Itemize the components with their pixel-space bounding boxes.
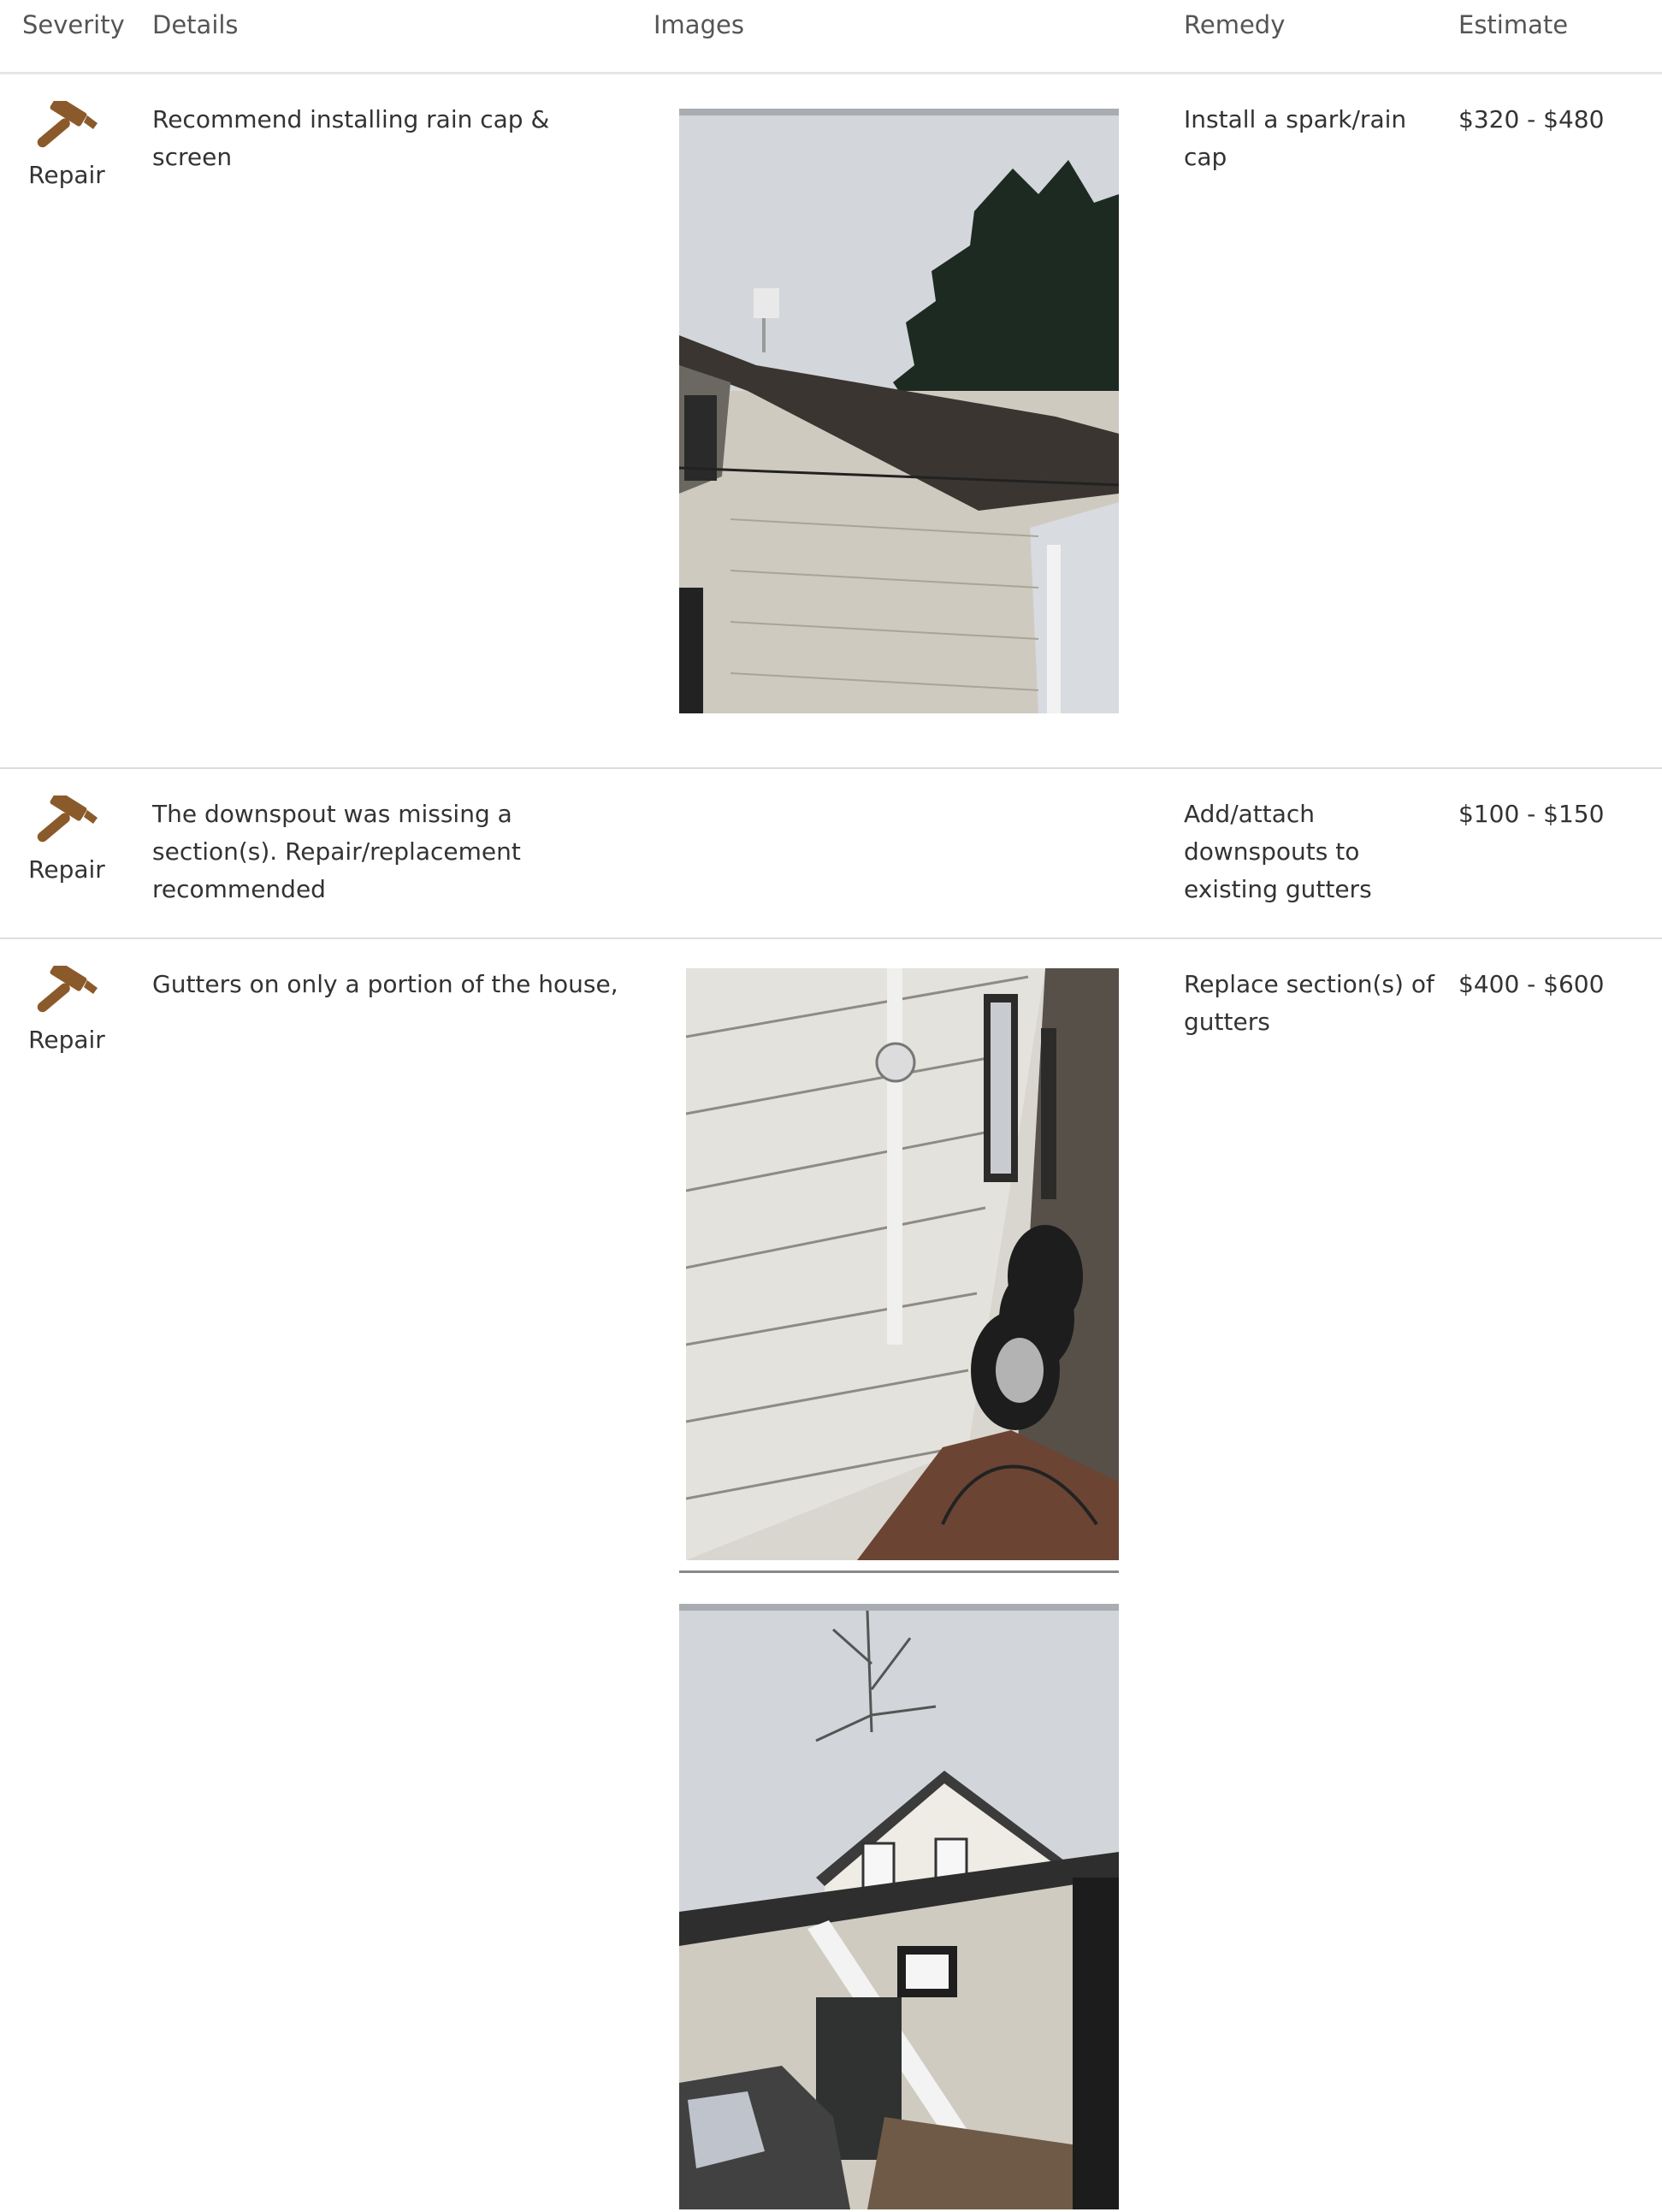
estimate-value: $320 - $480 (1458, 105, 1605, 133)
severity-cell: Repair (22, 795, 111, 884)
header-remedy: Remedy (1184, 10, 1286, 39)
header-estimate: Estimate (1458, 10, 1569, 39)
remedy-text: Replace section(s) of gutters (1184, 970, 1434, 1036)
details-text: The downspout was missing a section(s). … (152, 800, 521, 903)
details-text: Gutters on only a portion of the house, (152, 970, 618, 998)
downspout-photo-graphic (679, 1604, 1119, 2209)
hammer-icon (37, 795, 98, 843)
header-images: Images (654, 10, 744, 39)
estimate-value: $100 - $150 (1458, 800, 1605, 828)
siding-photo-graphic (686, 968, 1119, 1560)
table-header: Severity Details Images Remedy Estimate (0, 0, 1662, 74)
table-row: Repair Gutters on only a portion of the … (0, 938, 1662, 2212)
severity-label: Repair (28, 1026, 105, 1054)
roof-photo-graphic (679, 109, 1119, 713)
hammer-icon (37, 101, 98, 148)
header-severity: Severity (22, 10, 125, 39)
hammer-icon (37, 966, 98, 1013)
severity-cell: Repair (22, 101, 111, 189)
details-text: Recommend installing rain cap & screen (152, 105, 550, 171)
severity-label: Repair (28, 855, 105, 884)
table-row: Repair Recommend installing rain cap & s… (0, 74, 1662, 769)
findings-table: Severity Details Images Remedy Estimate … (0, 0, 1662, 2212)
severity-cell: Repair (22, 966, 111, 1054)
caption-strip-graphic (679, 1570, 1119, 1573)
image-gutters-siding[interactable] (686, 968, 1119, 1560)
table-row: Repair The downspout was missing a secti… (0, 768, 1662, 939)
image-roof-chimney[interactable] (679, 109, 1119, 713)
header-details: Details (152, 10, 239, 39)
image-caption-strip (679, 1563, 1119, 1573)
remedy-text: Add/attach downspouts to existing gutter… (1184, 800, 1372, 903)
image-downspout[interactable] (679, 1604, 1119, 2209)
remedy-text: Install a spark/rain cap (1184, 105, 1407, 171)
severity-label: Repair (28, 161, 105, 189)
estimate-value: $400 - $600 (1458, 970, 1605, 998)
